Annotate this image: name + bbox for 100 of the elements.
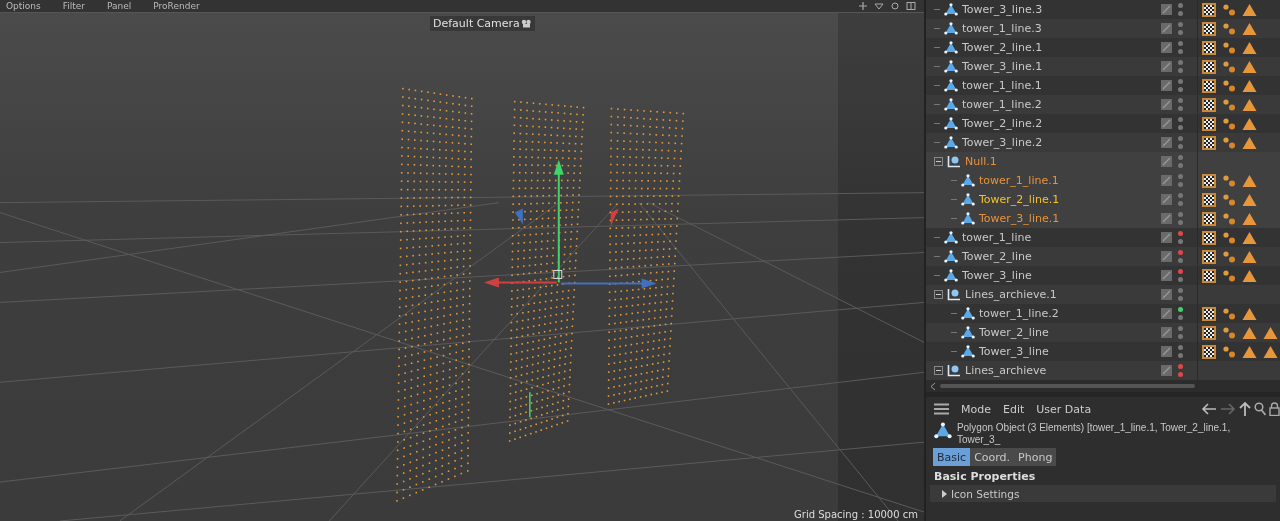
phong-tag-icon[interactable]	[1242, 268, 1257, 283]
render-visibility-dot[interactable]	[1178, 353, 1183, 358]
menu-item[interactable]: Panel	[107, 1, 132, 11]
phong-tag-icon[interactable]	[1242, 192, 1257, 207]
point-tag-icon[interactable]	[1222, 192, 1236, 207]
texture-tag-icon[interactable]	[1202, 59, 1216, 74]
phong-tag-icon[interactable]	[1242, 249, 1257, 264]
point-tag-icon[interactable]	[1222, 173, 1236, 188]
object-name[interactable]: Tower_3_line.1	[979, 212, 1060, 225]
point-tag-icon[interactable]	[1222, 249, 1236, 264]
object-name[interactable]: Tower_2_line	[962, 250, 1032, 263]
texture-tag-icon[interactable]	[1202, 230, 1216, 245]
texture-tag-icon[interactable]	[1202, 211, 1216, 226]
object-name[interactable]: Tower_3_line.2	[962, 136, 1043, 149]
object-row[interactable]: Tower_2_line.1	[926, 38, 1280, 57]
editor-visibility-dot[interactable]	[1178, 307, 1183, 312]
object-name[interactable]: Tower_2_line.1	[979, 193, 1060, 206]
point-tag-icon[interactable]	[1222, 344, 1236, 359]
phong-tag-icon[interactable]	[1242, 97, 1257, 112]
texture-tag-icon[interactable]	[1202, 325, 1216, 340]
object-row[interactable]: Null.1	[926, 152, 1280, 171]
editor-visibility-dot[interactable]	[1178, 364, 1183, 369]
point-tag-icon[interactable]	[1222, 135, 1236, 150]
texture-tag-icon[interactable]	[1202, 2, 1216, 17]
rotate-view-icon[interactable]	[874, 2, 884, 10]
render-visibility-dot[interactable]	[1178, 296, 1183, 301]
object-name[interactable]: tower_1_line.2	[979, 307, 1059, 320]
menu-item[interactable]: Filter	[62, 1, 86, 11]
editor-visibility-dot[interactable]	[1178, 250, 1183, 255]
object-row[interactable]: tower_1_line.1	[926, 171, 1280, 190]
scroll-left-icon[interactable]	[930, 381, 936, 391]
phong-tag-icon[interactable]	[1242, 40, 1257, 55]
editor-visibility-dot[interactable]	[1178, 193, 1183, 198]
phong-tag-icon[interactable]	[1242, 116, 1257, 131]
layout-icon[interactable]	[906, 2, 916, 10]
render-visibility-dot[interactable]	[1178, 11, 1183, 16]
object-row[interactable]: Tower_2_line.1	[926, 190, 1280, 209]
point-tag-icon[interactable]	[1222, 325, 1236, 340]
point-tag-icon[interactable]	[1222, 211, 1236, 226]
render-visibility-dot[interactable]	[1178, 144, 1183, 149]
point-tag-icon[interactable]	[1222, 116, 1236, 131]
phong-tag-icon[interactable]	[1242, 78, 1257, 93]
camera-label[interactable]: Default Camera	[430, 16, 535, 31]
texture-tag-icon[interactable]	[1202, 97, 1216, 112]
back-arrow-icon[interactable]	[1201, 403, 1217, 415]
object-row[interactable]: Tower_3_line.1	[926, 209, 1280, 228]
object-row[interactable]: Lines_archieve.1	[926, 285, 1280, 304]
zoom-view-icon[interactable]	[890, 2, 900, 10]
phong-tag-icon[interactable]	[1242, 135, 1257, 150]
collapse-icon[interactable]	[934, 366, 943, 375]
render-visibility-dot[interactable]	[1178, 68, 1183, 73]
render-visibility-dot[interactable]	[1178, 87, 1183, 92]
lock-icon[interactable]	[1269, 402, 1280, 416]
point-tag-icon[interactable]	[1222, 21, 1236, 36]
texture-tag-icon[interactable]	[1202, 40, 1216, 55]
render-visibility-dot[interactable]	[1178, 277, 1183, 282]
object-name[interactable]: Tower_3_line	[962, 269, 1032, 282]
phong-tag-icon[interactable]	[1242, 211, 1257, 226]
object-name[interactable]: Tower_3_line	[979, 345, 1049, 358]
tab[interactable]: Phong	[1014, 448, 1057, 466]
phong-tag-icon[interactable]	[1263, 344, 1278, 359]
editor-visibility-dot[interactable]	[1178, 345, 1183, 350]
menu-item[interactable]: Options	[6, 1, 41, 11]
object-row[interactable]: Tower_3_line	[926, 266, 1280, 285]
object-row[interactable]: tower_1_line.1	[926, 76, 1280, 95]
object-name[interactable]: tower_1_line.1	[962, 79, 1042, 92]
3d-viewport[interactable]: Default Camera Grid Spacing : 10000 cm	[0, 13, 924, 521]
phong-tag-icon[interactable]	[1242, 306, 1257, 321]
texture-tag-icon[interactable]	[1202, 268, 1216, 283]
object-row[interactable]: tower_1_line.2	[926, 304, 1280, 323]
editor-visibility-dot[interactable]	[1178, 3, 1183, 8]
point-tag-icon[interactable]	[1222, 230, 1236, 245]
object-row[interactable]: tower_1_line.2	[926, 95, 1280, 114]
editor-visibility-dot[interactable]	[1178, 269, 1183, 274]
object-name[interactable]: tower_1_line	[962, 231, 1032, 244]
render-visibility-dot[interactable]	[1178, 239, 1183, 244]
point-tag-icon[interactable]	[1222, 306, 1236, 321]
render-visibility-dot[interactable]	[1178, 258, 1183, 263]
object-name[interactable]: Tower_2_line.1	[962, 41, 1043, 54]
collapse-icon[interactable]	[934, 157, 943, 166]
object-name[interactable]: Null.1	[965, 155, 997, 168]
render-visibility-dot[interactable]	[1178, 220, 1183, 225]
point-tag-icon[interactable]	[1222, 268, 1236, 283]
texture-tag-icon[interactable]	[1202, 173, 1216, 188]
texture-tag-icon[interactable]	[1202, 249, 1216, 264]
object-row[interactable]: Tower_3_line	[926, 342, 1280, 361]
move-view-icon[interactable]	[858, 2, 868, 10]
object-row[interactable]: Tower_3_line.3	[926, 0, 1280, 19]
phong-tag-icon[interactable]	[1263, 325, 1278, 340]
phong-tag-icon[interactable]	[1242, 21, 1257, 36]
editor-visibility-dot[interactable]	[1178, 212, 1183, 217]
phong-tag-icon[interactable]	[1242, 2, 1257, 17]
render-visibility-dot[interactable]	[1178, 315, 1183, 320]
texture-tag-icon[interactable]	[1202, 192, 1216, 207]
render-visibility-dot[interactable]	[1178, 163, 1183, 168]
object-name[interactable]: Lines_archieve	[965, 364, 1047, 377]
render-visibility-dot[interactable]	[1178, 30, 1183, 35]
render-visibility-dot[interactable]	[1178, 182, 1183, 187]
editor-visibility-dot[interactable]	[1178, 136, 1183, 141]
editor-visibility-dot[interactable]	[1178, 41, 1183, 46]
